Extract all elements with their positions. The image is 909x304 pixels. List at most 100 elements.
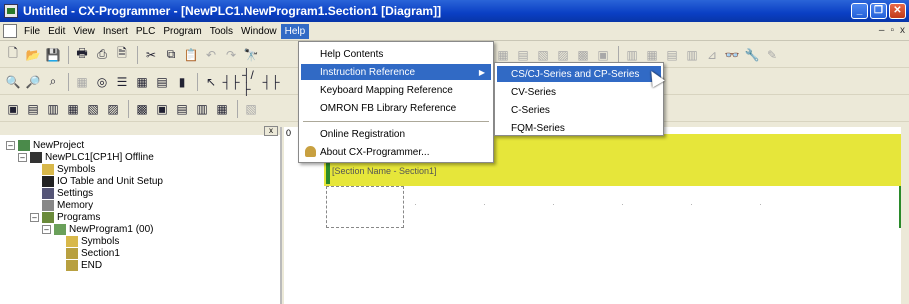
view-icon[interactable]: ▦ bbox=[213, 100, 231, 118]
monitor-icon[interactable]: ▥ bbox=[683, 46, 701, 64]
copy-icon[interactable]: ⧉ bbox=[162, 46, 180, 64]
binoculars-icon[interactable]: 👓 bbox=[723, 46, 741, 64]
zoom-out-icon[interactable]: 🔎 bbox=[24, 73, 42, 91]
tree-node-project[interactable]: – NewProject bbox=[6, 139, 163, 151]
mdi-minimize-icon[interactable]: – bbox=[879, 25, 885, 36]
view-icon[interactable]: ▤ bbox=[24, 100, 42, 118]
tree-node-memory[interactable]: Memory bbox=[6, 199, 163, 211]
preview-icon[interactable]: 🗎 bbox=[113, 46, 131, 64]
menu-window[interactable]: Window bbox=[237, 24, 281, 39]
menu-plc[interactable]: PLC bbox=[132, 24, 159, 39]
view-icon[interactable]: ▩ bbox=[133, 100, 151, 118]
collapse-icon[interactable]: – bbox=[42, 224, 51, 234]
new-file-icon[interactable]: 🗋 bbox=[4, 46, 22, 64]
view-icon[interactable]: ▨ bbox=[104, 100, 122, 118]
minimize-button[interactable]: _ bbox=[851, 3, 868, 19]
print-preview-icon[interactable]: 🖶 bbox=[73, 46, 91, 64]
pen-icon[interactable]: ✎ bbox=[763, 46, 781, 64]
view-icon[interactable]: ▤ bbox=[173, 100, 191, 118]
view-icon[interactable]: ▧ bbox=[84, 100, 102, 118]
tree-node-programs[interactable]: – Programs bbox=[6, 211, 163, 223]
list-icon[interactable]: ☰ bbox=[113, 73, 131, 91]
collapse-icon[interactable]: – bbox=[6, 140, 15, 150]
save-icon[interactable]: 💾 bbox=[44, 46, 62, 64]
view-icon[interactable]: ▦ bbox=[64, 100, 82, 118]
monitor-icon[interactable]: ▥ bbox=[623, 46, 641, 64]
window-title: Untitled - CX-Programmer - [NewPLC1.NewP… bbox=[23, 4, 442, 18]
grid-icon[interactable]: ▦ bbox=[73, 73, 91, 91]
close-button[interactable]: ✕ bbox=[889, 3, 906, 19]
print-icon[interactable]: ⎙ bbox=[93, 46, 111, 64]
monitor-icon[interactable]: ⊿ bbox=[703, 46, 721, 64]
tool-grey-icon[interactable]: ▤ bbox=[514, 46, 532, 64]
tree-node-section1[interactable]: Section1 bbox=[6, 247, 163, 259]
bookmark-icon[interactable]: ▮ bbox=[173, 73, 191, 91]
tree-node-io-table[interactable]: IO Table and Unit Setup bbox=[6, 175, 163, 187]
tree-node-symbols[interactable]: Symbols bbox=[6, 163, 163, 175]
find-icon[interactable]: 🔭 bbox=[242, 46, 260, 64]
tool-grey-icon[interactable]: ▩ bbox=[574, 46, 592, 64]
menu-item-fb-library[interactable]: OMRON FB Library Reference bbox=[301, 100, 491, 116]
key-icon[interactable]: 🔧 bbox=[743, 46, 761, 64]
submenu-item-fqm[interactable]: FQM-Series bbox=[497, 120, 661, 136]
submenu-item-c[interactable]: C-Series bbox=[497, 102, 661, 118]
submenu-item-cs-cj-cp[interactable]: CS/CJ-Series and CP-Series bbox=[497, 66, 661, 82]
menu-program[interactable]: Program bbox=[159, 24, 205, 39]
monitor-icon[interactable]: ▤ bbox=[663, 46, 681, 64]
tool-grey-icon[interactable]: ▣ bbox=[594, 46, 612, 64]
monitor-icon[interactable]: ▦ bbox=[643, 46, 661, 64]
tree-node-settings[interactable]: Settings bbox=[6, 187, 163, 199]
document-icon[interactable] bbox=[3, 24, 17, 38]
menu-item-about[interactable]: About CX-Programmer... bbox=[301, 144, 491, 160]
menu-item-keyboard-mapping[interactable]: Keyboard Mapping Reference bbox=[301, 82, 491, 98]
view-icon[interactable]: ▥ bbox=[193, 100, 211, 118]
window-icon[interactable]: ▤ bbox=[153, 73, 171, 91]
menu-item-instruction-reference[interactable]: Instruction Reference ▶ bbox=[301, 64, 491, 80]
tool-grey-icon[interactable]: ▦ bbox=[494, 46, 512, 64]
zoom-icon[interactable]: ⌕ bbox=[44, 73, 62, 91]
undo-icon[interactable]: ↶ bbox=[202, 46, 220, 64]
contact-or-icon[interactable]: ┤├ bbox=[262, 73, 280, 91]
menu-item-help-contents[interactable]: Help Contents bbox=[301, 46, 491, 62]
redo-icon[interactable]: ↷ bbox=[222, 46, 240, 64]
menu-edit[interactable]: Edit bbox=[44, 24, 69, 39]
submenu-item-cv[interactable]: CV-Series bbox=[497, 84, 661, 100]
open-folder-icon[interactable]: 📂 bbox=[24, 46, 42, 64]
collapse-icon[interactable]: – bbox=[30, 212, 39, 222]
contact-no-icon[interactable]: ┤├ bbox=[222, 73, 240, 91]
vertical-scrollbar[interactable] bbox=[901, 127, 909, 304]
restore-button[interactable]: ❐ bbox=[870, 3, 887, 19]
menu-bar: File Edit View Insert PLC Program Tools … bbox=[0, 22, 909, 41]
program-icon bbox=[54, 223, 66, 235]
collapse-icon[interactable]: – bbox=[18, 152, 27, 162]
view-icon[interactable]: ▣ bbox=[153, 100, 171, 118]
tree-node-end[interactable]: END bbox=[6, 259, 163, 271]
table-icon[interactable]: ▦ bbox=[133, 73, 151, 91]
view-icon[interactable]: ▥ bbox=[44, 100, 62, 118]
app-icon[interactable] bbox=[4, 4, 18, 18]
tool-grey-icon[interactable]: ▨ bbox=[554, 46, 572, 64]
view-icon[interactable]: ▧ bbox=[242, 100, 260, 118]
menu-help[interactable]: Help bbox=[280, 23, 310, 39]
tree-node-program[interactable]: – NewProgram1 (00) bbox=[6, 223, 163, 235]
menu-item-online-registration[interactable]: Online Registration bbox=[301, 126, 491, 142]
tree-node-program-symbols[interactable]: Symbols bbox=[6, 235, 163, 247]
zoom-in-icon[interactable]: 🔍 bbox=[4, 73, 22, 91]
close-pane-button[interactable]: x bbox=[264, 126, 278, 136]
toggle-icon[interactable]: ◎ bbox=[93, 73, 111, 91]
ladder-cursor-cell[interactable] bbox=[326, 186, 404, 228]
menu-view[interactable]: View bbox=[69, 24, 99, 39]
mdi-close-icon[interactable]: x bbox=[900, 25, 905, 36]
mdi-restore-icon[interactable]: ▫ bbox=[890, 25, 894, 36]
cut-icon[interactable]: ✂ bbox=[142, 46, 160, 64]
paste-icon[interactable]: 📋 bbox=[182, 46, 200, 64]
menu-tools[interactable]: Tools bbox=[206, 24, 237, 39]
tool-grey-icon[interactable]: ▧ bbox=[534, 46, 552, 64]
view-icon[interactable]: ▣ bbox=[4, 100, 22, 118]
select-mode-icon[interactable]: ↖ bbox=[202, 73, 220, 91]
tree-node-plc[interactable]: – NewPLC1[CP1H] Offline bbox=[6, 151, 163, 163]
contact-nc-icon[interactable]: ┤/├ bbox=[242, 68, 260, 96]
programs-icon bbox=[42, 211, 54, 223]
menu-file[interactable]: File bbox=[20, 24, 44, 39]
menu-insert[interactable]: Insert bbox=[99, 24, 132, 39]
